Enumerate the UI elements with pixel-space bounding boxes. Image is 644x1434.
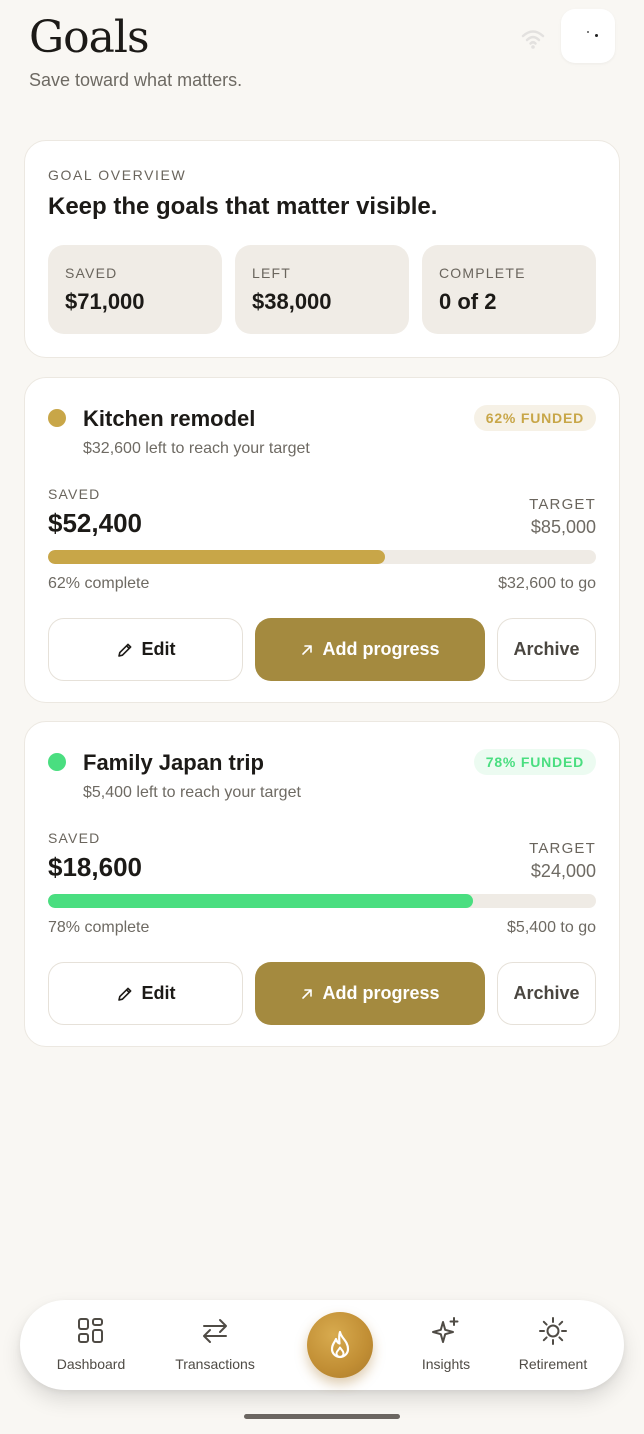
sparkle-icon	[432, 1317, 459, 1343]
goal-subtitle: $5,400 left to reach your target	[83, 784, 301, 801]
arrow-up-right-icon	[302, 644, 313, 655]
profile-icon	[587, 31, 589, 33]
add-progress-button[interactable]: Add progress	[255, 618, 485, 681]
page-subtitle: Save toward what matters.	[29, 70, 243, 90]
stat-value: $38,000	[252, 289, 332, 314]
target-value: $24,000	[530, 861, 596, 881]
nav-item-retirement[interactable]: Retirement	[508, 1300, 598, 1390]
progress-bar	[48, 894, 596, 908]
stat-label: SAVED	[65, 265, 118, 281]
center-action-button[interactable]	[307, 1312, 373, 1378]
saved-label: SAVED	[48, 486, 101, 502]
nav-label: Dashboard	[56, 1356, 126, 1372]
progress-fill	[48, 894, 473, 908]
pencil-icon	[117, 643, 131, 657]
progress-bar	[48, 550, 596, 564]
nav-label: Insights	[421, 1356, 471, 1372]
edit-label: Edit	[141, 983, 176, 1003]
progress-meta: 62% complete $32,600 to go	[48, 570, 596, 600]
progress-fill	[48, 550, 386, 564]
target-label: TARGET	[529, 840, 596, 857]
percent-complete: 62% complete	[48, 575, 150, 592]
progress-meta: 78% complete $5,400 to go	[48, 914, 596, 944]
edit-button[interactable]: Edit	[48, 618, 243, 681]
goal-actions: Edit Add progress Archive	[48, 618, 596, 681]
pencil-icon	[117, 987, 131, 1001]
funded-badge: 62% FUNDED	[473, 405, 596, 431]
stat-label: COMPLETE	[439, 265, 526, 281]
percent-complete: 78% complete	[48, 919, 150, 936]
goal-name: Family Japan trip	[83, 750, 264, 775]
goal-header: Family Japan trip $5,400 left to reach y…	[48, 722, 596, 814]
archive-button[interactable]: Archive	[497, 618, 596, 681]
goal-actions: Edit Add progress Archive	[48, 962, 596, 1025]
profile-button[interactable]	[561, 9, 615, 63]
saved-label: SAVED	[48, 830, 101, 846]
stat-value: $71,000	[65, 289, 145, 314]
nav-label: Transactions	[175, 1356, 255, 1372]
nav-label: Retirement	[518, 1356, 588, 1372]
overview-eyebrow: GOAL OVERVIEW	[48, 167, 187, 183]
target-label: TARGET	[529, 496, 596, 513]
nav-item-dashboard[interactable]: Dashboard	[40, 1300, 142, 1390]
nav-item-insights[interactable]: Insights	[410, 1300, 482, 1390]
goal-overview-card: GOAL OVERVIEW Keep the goals that matter…	[24, 140, 620, 358]
funded-badge: 78% FUNDED	[473, 749, 596, 775]
stat-left: LEFT $38,000	[235, 245, 409, 334]
amount-to-go: $5,400 to go	[507, 919, 596, 936]
goal-color-dot	[48, 409, 66, 427]
goal-name: Kitchen remodel	[83, 406, 256, 431]
goal-header: Kitchen remodel $32,600 left to reach yo…	[48, 378, 596, 470]
goal-amounts: SAVED $52,400 TARGET $85,000	[48, 470, 596, 538]
stat-saved: SAVED $71,000	[48, 245, 222, 334]
swap-arrows-icon	[203, 1319, 227, 1343]
archive-button[interactable]: Archive	[497, 962, 596, 1025]
grid-icon	[78, 1318, 103, 1343]
edit-label: Edit	[141, 639, 176, 659]
goal-card-kitchen-remodel: Kitchen remodel $32,600 left to reach yo…	[24, 377, 620, 703]
nav-item-transactions[interactable]: Transactions	[158, 1300, 272, 1390]
arrow-up-right-icon	[302, 988, 313, 999]
stat-complete: COMPLETE 0 of 2	[422, 245, 596, 334]
flame-icon	[330, 1330, 350, 1359]
bottom-nav: Dashboard Transactions Insights Retireme…	[20, 1300, 624, 1390]
home-indicator	[244, 1414, 400, 1419]
goal-subtitle: $32,600 left to reach your target	[83, 440, 310, 457]
add-progress-label: Add progress	[322, 639, 440, 659]
goal-card-family-japan-trip: Family Japan trip $5,400 left to reach y…	[24, 721, 620, 1047]
header: Goals Save toward what matters.	[29, 9, 615, 102]
goal-color-dot	[48, 753, 66, 771]
overview-stats: SAVED $71,000 LEFT $38,000 COMPLETE 0 of…	[48, 245, 596, 334]
stat-value: 0 of 2	[439, 289, 497, 314]
sun-icon	[539, 1317, 567, 1345]
wifi-icon	[521, 30, 545, 49]
saved-value: $18,600	[48, 852, 142, 882]
goal-amounts: SAVED $18,600 TARGET $24,000	[48, 814, 596, 882]
edit-button[interactable]: Edit	[48, 962, 243, 1025]
add-progress-label: Add progress	[322, 983, 440, 1003]
saved-value: $52,400	[48, 508, 142, 538]
stat-label: LEFT	[252, 265, 292, 281]
target-value: $85,000	[530, 517, 596, 537]
add-progress-button[interactable]: Add progress	[255, 962, 485, 1025]
amount-to-go: $32,600 to go	[498, 575, 596, 592]
overview-headline: Keep the goals that matter visible.	[48, 193, 438, 220]
